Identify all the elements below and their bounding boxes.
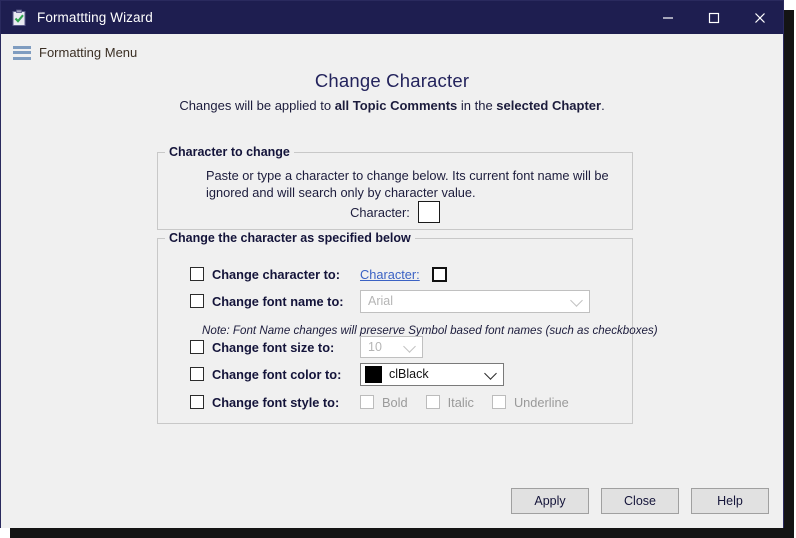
character-label: Character: xyxy=(350,204,410,220)
apply-button[interactable]: Apply xyxy=(511,488,589,514)
character-input-row: Character: xyxy=(158,201,632,223)
window-controls xyxy=(645,1,783,34)
dialog-buttons: Apply Close Help xyxy=(511,488,769,514)
close-dialog-button[interactable]: Close xyxy=(601,488,679,514)
checkbox-change-font-style[interactable] xyxy=(190,395,204,409)
label-italic: Italic xyxy=(447,394,474,410)
group-change-title: Change the character as specified below xyxy=(165,231,415,245)
label-change-font-style: Change font style to: xyxy=(212,394,340,410)
label-change-character: Change character to: xyxy=(212,266,341,282)
checkbox-italic[interactable] xyxy=(425,395,440,409)
subtitle-bold-topic-comments: all Topic Comments xyxy=(334,98,458,113)
app-window: Formattting Wizard Formatting Menu Chang… xyxy=(0,0,784,528)
label-change-font-size: Change font size to: xyxy=(212,339,335,355)
font-name-note: Note: Font Name changes will preserve Sy… xyxy=(202,323,658,337)
label-underline: Underline xyxy=(513,394,569,410)
checkbox-underline[interactable] xyxy=(491,395,506,409)
subtitle-mid: in the xyxy=(457,98,497,113)
checkbox-bold[interactable] xyxy=(360,395,374,409)
row-change-font-size: Change font size to: 10 xyxy=(190,336,423,358)
row-change-font-color: Change font color to: clBlack xyxy=(190,362,504,386)
chevron-down-icon xyxy=(570,294,583,307)
font-name-dropdown[interactable]: Arial xyxy=(360,289,590,313)
row-change-font-style: Change font style to: Bold Italic Underl… xyxy=(190,391,587,413)
checkbox-change-font-size[interactable] xyxy=(190,340,204,354)
checkbox-change-font-color[interactable] xyxy=(190,367,204,381)
subtitle-bold-selected-chapter: selected Chapter xyxy=(496,98,602,113)
font-name-value: Arial xyxy=(368,294,394,308)
font-size-dropdown[interactable]: 10 xyxy=(360,336,423,358)
page-title: Change Character xyxy=(314,70,470,91)
font-color-value: clBlack xyxy=(389,367,429,381)
change-character-value-box[interactable] xyxy=(431,266,447,282)
help-button[interactable]: Help xyxy=(691,488,769,514)
hamburger-icon xyxy=(13,45,31,60)
client-area: Formatting Menu Change Character Changes… xyxy=(1,34,783,528)
color-swatch xyxy=(365,365,382,383)
font-color-dropdown[interactable]: clBlack xyxy=(360,362,504,386)
checkbox-change-font-name[interactable] xyxy=(190,294,204,308)
page-subtitle: Changes will be applied to all Topic Com… xyxy=(1,98,783,113)
chevron-down-icon xyxy=(403,340,416,353)
window-title: Formattting Wizard xyxy=(37,10,153,25)
font-size-value: 10 xyxy=(368,340,382,354)
screen: Formattting Wizard Formatting Menu Chang… xyxy=(0,0,796,538)
formatting-menu-label: Formatting Menu xyxy=(39,45,138,60)
label-change-font-name: Change font name to: xyxy=(212,293,344,309)
minimize-button[interactable] xyxy=(645,1,691,34)
chevron-down-icon xyxy=(484,367,497,380)
group-change-specified: Change the character as specified below … xyxy=(157,231,658,424)
character-input[interactable] xyxy=(417,201,440,223)
label-change-font-color: Change font color to: xyxy=(212,366,342,382)
character-link[interactable]: Character: xyxy=(360,267,420,282)
close-button[interactable] xyxy=(737,1,783,34)
row-change-font-name: Change font name to: Arial xyxy=(190,289,590,313)
subtitle-pre: Changes will be applied to xyxy=(179,98,335,113)
clipboard-check-icon xyxy=(10,9,28,27)
group-character-title: Character to change xyxy=(165,145,294,159)
formatting-menu-button[interactable]: Formatting Menu xyxy=(13,45,137,60)
row-change-character: Change character to: Character: xyxy=(190,263,447,285)
maximize-button[interactable] xyxy=(691,1,737,34)
subtitle-post: . xyxy=(601,98,605,113)
title-bar: Formattting Wizard xyxy=(1,1,783,34)
group-character-to-change: Character to change Paste or type a char… xyxy=(157,145,633,230)
label-bold: Bold xyxy=(382,394,408,410)
checkbox-change-character[interactable] xyxy=(190,267,204,281)
group-character-description: Paste or type a character to change belo… xyxy=(206,168,609,200)
